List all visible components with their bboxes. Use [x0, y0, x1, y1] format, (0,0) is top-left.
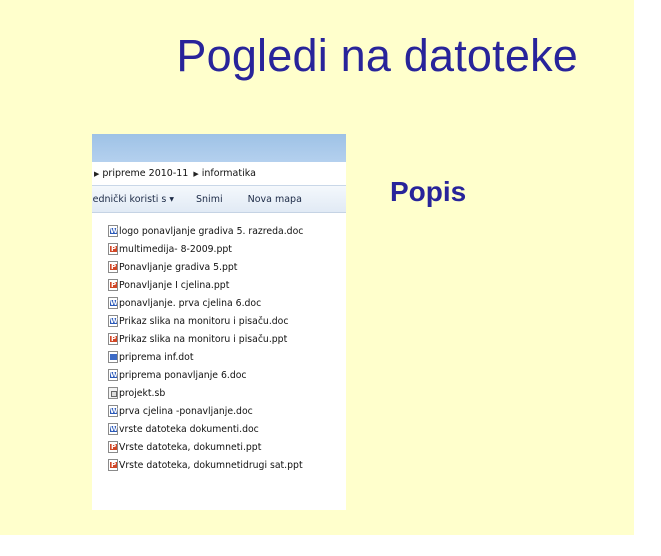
word-doc-icon [108, 315, 118, 327]
file-item[interactable]: ponavljanje. prva cjelina 6.doc [108, 294, 303, 312]
file-item[interactable]: Ponavljanje gradiva 5.ppt [108, 258, 303, 276]
chevron-down-icon: ▼ [169, 195, 174, 203]
powerpoint-icon [108, 243, 118, 255]
slide-title: Pogledi na datoteke [176, 30, 578, 81]
powerpoint-icon [108, 459, 118, 471]
file-name: prva cjelina -ponavljanje.doc [119, 405, 253, 417]
powerpoint-icon [108, 261, 118, 273]
file-name: Ponavljanje gradiva 5.ppt [119, 261, 238, 273]
slide: Pogledi na datoteke ▶ pripreme 2010-11 ▶… [0, 0, 634, 535]
file-name: projekt.sb [119, 387, 166, 399]
breadcrumb-item[interactable]: pripreme 2010-11 [102, 168, 188, 179]
file-name: multimedija- 8-2009.ppt [119, 243, 232, 255]
file-item[interactable]: multimedija- 8-2009.ppt [108, 240, 303, 258]
file-name: Prikaz slika na monitoru i pisaču.ppt [119, 333, 288, 345]
save-button[interactable]: Snimi [196, 194, 223, 205]
file-name: priprema ponavljanje 6.doc [119, 369, 247, 381]
powerpoint-icon [108, 441, 118, 453]
file-list: logo ponavljanje gradiva 5. razreda.doc m… [108, 222, 303, 474]
new-folder-button[interactable]: Nova mapa [248, 194, 302, 205]
explorer-window: ▶ pripreme 2010-11 ▶ informatika jedničk… [92, 134, 346, 510]
file-name: Prikaz slika na monitoru i pisaču.doc [119, 315, 289, 327]
file-item[interactable]: projekt.sb [108, 384, 303, 402]
word-template-icon [108, 351, 118, 363]
address-bar[interactable]: ▶ pripreme 2010-11 ▶ informatika [92, 162, 346, 186]
slide-subtitle: Popis [390, 176, 467, 207]
chevron-right-icon: ▶ [193, 169, 199, 178]
file-name: priprema inf.dot [119, 351, 194, 363]
file-name: logo ponavljanje gradiva 5. razreda.doc [119, 225, 304, 237]
word-doc-icon [108, 423, 118, 435]
file-item[interactable]: priprema inf.dot [108, 348, 303, 366]
word-doc-icon [108, 297, 118, 309]
share-with-label: jednički koristi s [92, 193, 167, 205]
word-doc-icon [108, 369, 118, 381]
window-titlebar [92, 134, 346, 162]
file-item[interactable]: vrste datoteka dokumenti.doc [108, 420, 303, 438]
file-item[interactable]: Vrste datoteka, dokumneti.ppt [108, 438, 303, 456]
share-with-button[interactable]: jednički koristi s ▼ [92, 194, 174, 205]
word-doc-icon [108, 405, 118, 417]
breadcrumb-item[interactable]: informatika [202, 168, 256, 179]
file-name: Ponavljanje I cjelina.ppt [119, 279, 230, 291]
word-doc-icon [108, 225, 118, 237]
file-item[interactable]: Prikaz slika na monitoru i pisaču.doc [108, 312, 303, 330]
file-item[interactable]: Prikaz slika na monitoru i pisaču.ppt [108, 330, 303, 348]
powerpoint-icon [108, 333, 118, 345]
file-item[interactable]: prva cjelina -ponavljanje.doc [108, 402, 303, 420]
powerpoint-icon [108, 279, 118, 291]
file-name: Vrste datoteka, dokumneti.ppt [119, 441, 262, 453]
command-toolbar: jednički koristi s ▼ Snimi Nova mapa [92, 186, 346, 213]
file-name: ponavljanje. prva cjelina 6.doc [119, 297, 262, 309]
file-item[interactable]: Ponavljanje I cjelina.ppt [108, 276, 303, 294]
generic-file-icon [108, 387, 118, 399]
file-item[interactable]: logo ponavljanje gradiva 5. razreda.doc [108, 222, 303, 240]
file-item[interactable]: priprema ponavljanje 6.doc [108, 366, 303, 384]
file-item[interactable]: Vrste datoteka, dokumnetidrugi sat.ppt [108, 456, 303, 474]
file-name: Vrste datoteka, dokumnetidrugi sat.ppt [119, 459, 303, 471]
chevron-right-icon: ▶ [94, 169, 100, 178]
file-name: vrste datoteka dokumenti.doc [119, 423, 259, 435]
